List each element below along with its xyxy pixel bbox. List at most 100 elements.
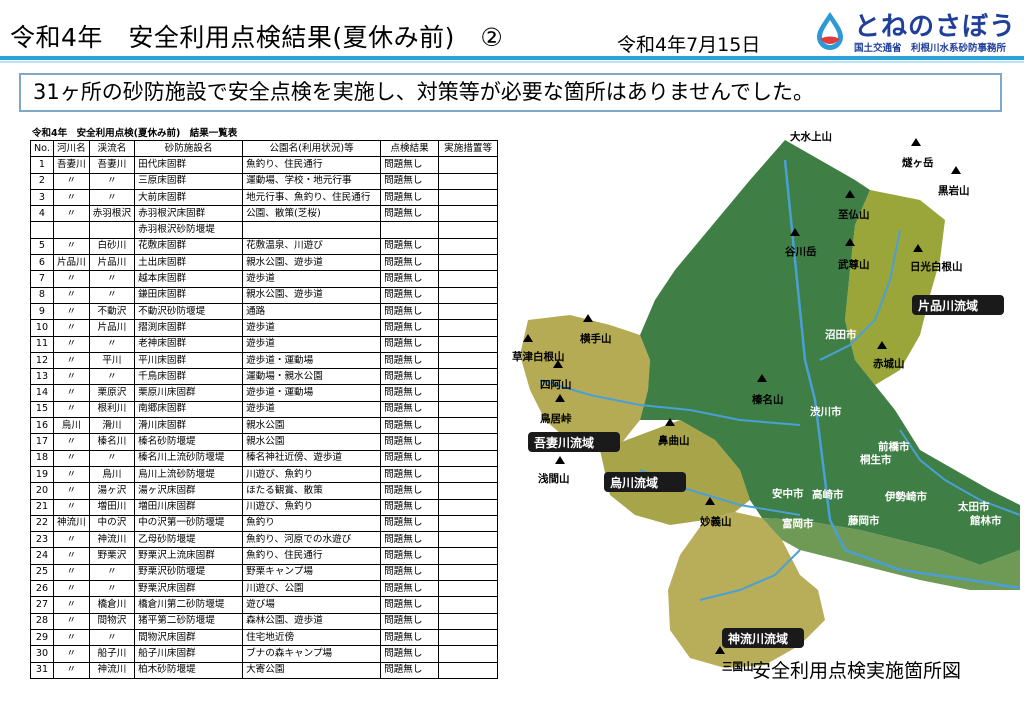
- mountain-label: 大水上山: [790, 130, 832, 143]
- cell-no: [30, 221, 54, 239]
- cell-river: 〃: [52, 172, 90, 190]
- cell-facility: 大前床固群: [134, 188, 244, 207]
- cell-river: 〃: [52, 205, 90, 223]
- cell-no: 10: [30, 319, 54, 337]
- mountain-label: 妙義山: [700, 515, 732, 528]
- cell-facility: 滑川床固群: [134, 417, 244, 435]
- cell-park-usage: 川遊び、魚釣り: [242, 465, 382, 484]
- cell-river: 〃: [52, 368, 90, 386]
- cell-stream: 〃: [88, 580, 136, 598]
- cell-no: 28: [30, 612, 54, 630]
- cell-stream: 〃: [88, 335, 136, 353]
- mountain-label: 赤城山: [873, 357, 905, 370]
- cell-river: 〃: [52, 286, 90, 304]
- cell-result: [380, 221, 440, 239]
- mountain-peak-icon: [911, 138, 921, 146]
- mountain-label: 武尊山: [838, 258, 870, 271]
- table-row: 21 〃増田川 増田川床固群 川遊び、魚釣り 問題無し: [30, 498, 499, 516]
- cell-measures: [438, 645, 499, 663]
- table-row: 28 〃間物沢 猪平第二砂防堰堤 森林公園、遊歩道 問題無し: [30, 612, 499, 630]
- cell-park-usage: 花敷温泉、川遊び: [242, 237, 382, 256]
- cell-measures: [438, 237, 499, 256]
- cell-park-usage: 遊歩道: [242, 335, 382, 353]
- cell-stream: 不動沢: [88, 302, 136, 321]
- cell-measures: [438, 302, 499, 321]
- mountain-peak-icon: [583, 314, 593, 322]
- table-row: 2 〃〃三原床固群 運動場、学校・地元行事 問題無し: [30, 172, 499, 190]
- karasu-basin-label: 烏川流域: [610, 475, 658, 490]
- cell-no: 8: [30, 286, 54, 304]
- table-row: 11 〃〃老神床固群 遊歩道 問題無し: [30, 335, 499, 353]
- city-label: 太田市: [957, 500, 990, 513]
- cell-measures: [438, 254, 499, 272]
- cell-river: 片品川: [52, 254, 90, 272]
- inspection-location-map: 片品川流域吾妻川流域烏川流域神流川流域 大水上山燧ヶ岳黒岩山至仏山日光白根山 武尊山…: [512, 130, 1021, 673]
- cell-facility: 乙母砂防堰堤: [134, 531, 244, 549]
- cell-measures: [438, 156, 499, 174]
- table-row: 4 〃赤羽根沢 赤羽根沢床固群 公園、散策(芝桜) 問題無し: [30, 205, 499, 223]
- cell-stream: 平川: [88, 351, 136, 370]
- cell-no: 7: [30, 270, 54, 288]
- page-title: 令和4年 安全利用点検結果(夏休み前) ②: [10, 23, 504, 52]
- cell-park-usage: 川遊び、魚釣り: [242, 498, 382, 516]
- table-row: 10 〃片品川 摺渕床固群 遊歩道 問題無し: [30, 319, 499, 337]
- cell-stream: 〃: [88, 286, 136, 304]
- table-row: 13 〃〃千鳥床固群 運動場・親水公園 問題無し: [30, 368, 499, 386]
- cell-river: 〃: [52, 400, 90, 419]
- cell-facility: 柏木砂防堰堤: [134, 661, 244, 679]
- cell-park-usage: 川遊び、公園: [242, 580, 382, 598]
- table-row: 1 吾妻川 吾妻川 田代床固群 魚釣り、住民通行 問題無し: [30, 156, 499, 174]
- cell-facility: 野栗沢床固群: [134, 580, 244, 598]
- cell-park-usage: [242, 221, 382, 239]
- cell-result: 問題無し: [380, 514, 440, 533]
- cell-river: 〃: [52, 449, 90, 467]
- cell-result: 問題無し: [380, 188, 440, 207]
- col-header-result: 点検結果: [380, 139, 440, 158]
- cell-park-usage: 親水公園、遊歩道: [242, 286, 382, 304]
- cell-facility: 榛名川上流砂防堰堤: [134, 449, 244, 467]
- cell-measures: [438, 514, 499, 533]
- col-header-facility: 砂防施設名: [134, 139, 244, 158]
- cell-result: 問題無し: [380, 531, 440, 549]
- cell-measures: [438, 661, 499, 679]
- cell-river: 〃: [52, 302, 90, 321]
- cell-stream: 片品川: [88, 254, 136, 272]
- cell-result: 問題無し: [380, 433, 440, 451]
- cell-river: 〃: [52, 596, 90, 614]
- cell-result: 問題無し: [380, 417, 440, 435]
- cell-facility: 越本床固群: [134, 270, 244, 288]
- katashina-basin-label: 片品川流域: [918, 298, 978, 313]
- city-label: みどり市: [955, 440, 997, 453]
- cell-result: 問題無し: [380, 335, 440, 353]
- col-header-park-usage: 公園名(利用状況)等: [242, 139, 382, 158]
- cell-facility: 野栗沢砂防堰堤: [134, 563, 244, 582]
- cell-measures: [438, 547, 499, 565]
- cell-measures: [438, 433, 499, 451]
- table-row: 赤羽根沢砂防堰堤: [30, 221, 499, 239]
- cell-no: 17: [30, 433, 54, 451]
- cell-facility: 花敷床固群: [134, 237, 244, 256]
- cell-river: 〃: [52, 628, 90, 647]
- cell-no: 5: [30, 237, 54, 256]
- cell-park-usage: 魚釣り、住民通行: [242, 156, 382, 174]
- cell-facility: 榛名砂防堰堤: [134, 433, 244, 451]
- cell-no: 21: [30, 498, 54, 516]
- cell-result: 問題無し: [380, 596, 440, 614]
- cell-result: 問題無し: [380, 368, 440, 386]
- cell-no: 20: [30, 482, 54, 500]
- city-label: 沼田市: [825, 328, 857, 341]
- cell-river: 〃: [52, 661, 90, 679]
- cell-park-usage: 魚釣り、河原での水遊び: [242, 531, 382, 549]
- cell-stream: 増田川: [88, 498, 136, 516]
- table-row: 23 〃神流川 乙母砂防堰堤 魚釣り、河原での水遊び 問題無し: [30, 531, 499, 549]
- cell-measures: [438, 335, 499, 353]
- cell-stream: 神流川: [88, 531, 136, 549]
- table-row: 17 〃榛名川 榛名砂防堰堤 親水公園 問題無し: [30, 433, 499, 451]
- table-row: 24 〃野栗沢 野栗沢上流床固群 魚釣り、住民通行 問題無し: [30, 547, 499, 565]
- col-header-no: No.: [30, 139, 54, 158]
- cell-stream: 赤羽根沢: [88, 205, 136, 223]
- cell-facility: 間物沢床固群: [134, 628, 244, 647]
- cell-park-usage: 親水公園: [242, 417, 382, 435]
- cell-result: 問題無し: [380, 172, 440, 190]
- cell-river: 〃: [52, 335, 90, 353]
